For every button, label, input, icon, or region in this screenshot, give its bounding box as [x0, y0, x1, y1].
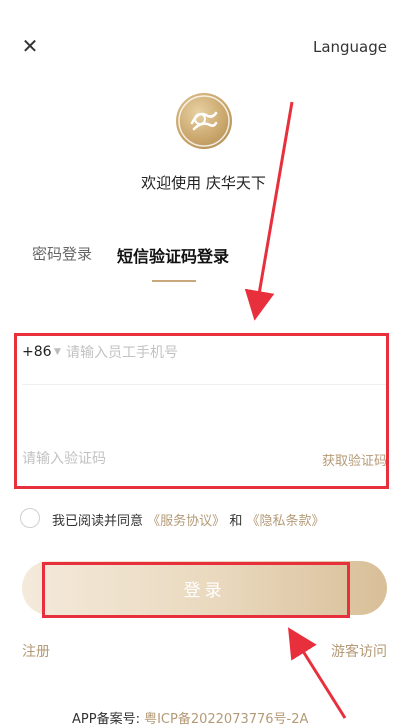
privacy-terms-link[interactable]: 《隐私条款》 [246, 514, 324, 529]
tab-sms-login[interactable]: 短信验证码登录 [117, 243, 229, 267]
brand-logo [176, 93, 232, 149]
guest-access-link[interactable]: 游客访问 [331, 641, 387, 661]
active-tab-indicator [152, 280, 196, 282]
close-icon[interactable]: ✕ [18, 34, 42, 58]
annotation-highlight-form [14, 333, 389, 489]
welcome-text: 欢迎使用 庆华天下 [141, 174, 266, 192]
register-link[interactable]: 注册 [22, 641, 50, 661]
annotation-arrow-top [244, 101, 294, 321]
icp-record: APP备案号: 粤ICP备2022073776号-2A [72, 708, 308, 727]
service-agreement-link[interactable]: 《服务协议》 [147, 514, 225, 529]
agreement-checkbox[interactable] [20, 508, 40, 528]
agreement-text: 我已阅读并同意 《服务协议》 和 《隐私条款》 [52, 510, 324, 529]
language-button[interactable]: Language [313, 38, 387, 56]
tab-password-login[interactable]: 密码登录 [32, 243, 92, 264]
agreement-and: 和 [229, 514, 243, 529]
agreement-prefix: 我已阅读并同意 [52, 514, 144, 529]
login-button[interactable]: 登录 [22, 561, 387, 615]
